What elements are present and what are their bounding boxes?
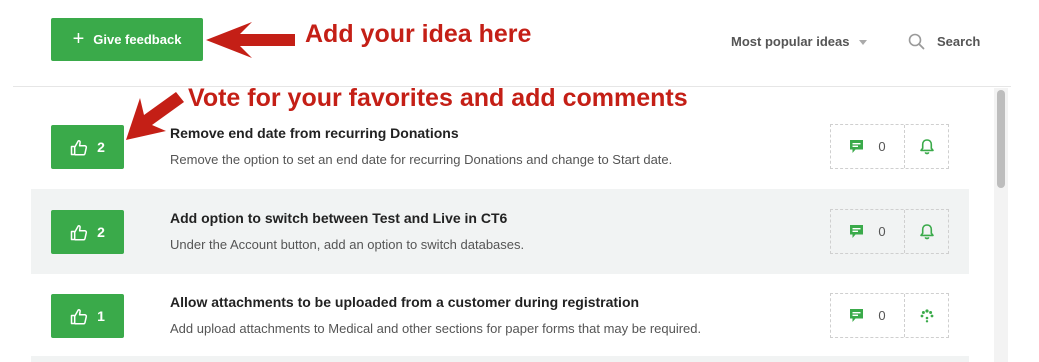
loading-icon	[920, 308, 933, 322]
subscribe-button[interactable]	[905, 294, 948, 337]
comment-count: 0	[878, 139, 886, 154]
chevron-down-icon	[859, 40, 868, 45]
comment-count: 0	[878, 308, 886, 323]
idea-row-partial	[31, 356, 969, 362]
search-icon	[908, 33, 925, 50]
comment-icon	[850, 309, 864, 322]
sort-label: Most popular ideas	[731, 34, 850, 49]
scrollbar[interactable]	[994, 88, 1008, 362]
idea-description: Remove the option to set an end date for…	[170, 152, 673, 167]
thumbs-up-icon	[70, 139, 88, 156]
idea-description: Under the Account button, add an option …	[170, 237, 525, 252]
vote-button[interactable]: 2	[51, 210, 124, 254]
thumbs-up-icon	[70, 308, 88, 325]
comment-icon	[850, 140, 864, 153]
vote-count: 1	[97, 308, 105, 324]
idea-title[interactable]: Remove end date from recurring Donations	[170, 125, 459, 141]
idea-actions: 0	[830, 293, 949, 338]
vote-count: 2	[97, 139, 105, 155]
thumbs-up-icon	[70, 224, 88, 241]
vote-button[interactable]: 1	[51, 294, 124, 338]
search-button[interactable]: Search	[908, 33, 980, 50]
bell-icon	[919, 224, 934, 240]
vote-button[interactable]: 2	[51, 125, 124, 169]
bell-icon	[919, 139, 934, 155]
idea-description: Add upload attachments to Medical and ot…	[170, 321, 702, 336]
idea-row: 2 Remove end date from recurring Donatio…	[31, 104, 969, 189]
idea-actions: 0	[830, 209, 949, 254]
idea-row: 2 Add option to switch between Test and …	[31, 189, 969, 274]
comments-button[interactable]: 0	[831, 210, 905, 253]
idea-actions: 0	[830, 124, 949, 169]
arrow-to-feedback	[206, 22, 295, 58]
idea-row: 1 Allow attachments to be uploaded from …	[31, 273, 969, 358]
sort-dropdown[interactable]: Most popular ideas	[731, 34, 868, 49]
comment-count: 0	[878, 224, 886, 239]
search-label: Search	[937, 34, 981, 49]
annotation-add-idea: Add your idea here	[305, 20, 532, 48]
scrollbar-thumb[interactable]	[997, 90, 1005, 188]
idea-title[interactable]: Allow attachments to be uploaded from a …	[170, 294, 639, 310]
idea-title[interactable]: Add option to switch between Test and Li…	[170, 210, 507, 226]
header-divider	[13, 86, 1011, 87]
comments-button[interactable]: 0	[831, 294, 905, 337]
subscribe-button[interactable]	[905, 125, 948, 168]
subscribe-button[interactable]	[905, 210, 948, 253]
comments-button[interactable]: 0	[831, 125, 905, 168]
comment-icon	[850, 225, 864, 238]
vote-count: 2	[97, 224, 105, 240]
